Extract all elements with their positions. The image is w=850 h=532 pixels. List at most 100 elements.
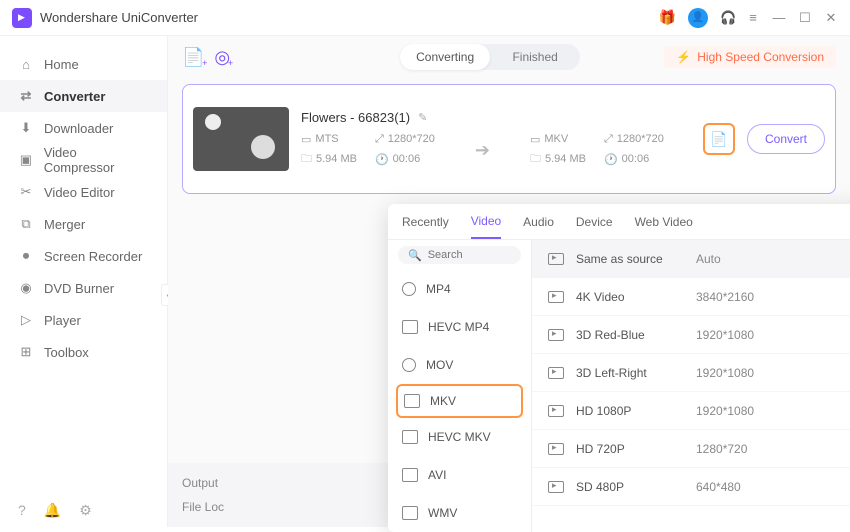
popover-tab-audio[interactable]: Audio: [523, 204, 554, 239]
resolution-value: 1920*1080: [696, 366, 850, 380]
video-icon: ▭: [301, 133, 311, 146]
segment-control: Converting Finished: [400, 44, 580, 70]
screen-recorder-icon: ⏺: [18, 248, 34, 264]
format-popover: Recently Video Audio Device Web Video 🔍 MP4 H…: [388, 204, 850, 532]
sidebar-item-video-compressor[interactable]: ▣Video Compressor: [0, 144, 167, 176]
src-resolution: ⤢1280*720: [375, 133, 435, 146]
resolution-item[interactable]: SD 480P640*480✎: [532, 468, 850, 506]
video-icon: [548, 443, 564, 455]
settings-icon[interactable]: ⚙: [79, 502, 92, 519]
close-button[interactable]: ✕: [824, 10, 838, 26]
dst-format: ▭MKV: [530, 133, 586, 146]
thumbnail[interactable]: [193, 107, 289, 171]
format-item-mp4[interactable]: MP4: [388, 270, 531, 308]
dest-specs: ▭MKV ⤢1280*720 🗀5.94 MB 🕐00:06: [530, 133, 664, 169]
search-input[interactable]: [428, 249, 508, 261]
add-dvd-button[interactable]: ◎+: [214, 47, 230, 68]
sidebar-item-label: Home: [44, 57, 79, 72]
resolution-name: 3D Left-Right: [576, 366, 696, 380]
video-icon: [548, 253, 564, 265]
help-icon[interactable]: ?: [18, 502, 26, 519]
popover-tab-video[interactable]: Video: [471, 204, 501, 239]
output-settings-button[interactable]: 📄: [703, 123, 735, 155]
format-item-hevc-mp4[interactable]: HEVC MP4: [388, 308, 531, 346]
sidebar-item-label: Player: [44, 313, 81, 328]
format-item-mkv[interactable]: MKV: [396, 384, 523, 418]
search-box[interactable]: 🔍: [398, 246, 521, 264]
high-speed-toggle[interactable]: ⚡ High Speed Conversion: [664, 46, 836, 68]
toolbox-icon: ⊞: [18, 344, 34, 360]
minimize-button[interactable]: —: [772, 10, 786, 25]
specs: ▭MTS ⤢1280*720 🗀5.94 MB 🕐00:06 ➔ ▭MKV ⤢1…: [301, 133, 691, 169]
folder-icon: 🗀: [530, 150, 541, 169]
format-label: WMV: [428, 506, 457, 520]
source-specs: ▭MTS ⤢1280*720 🗀5.94 MB 🕐00:06: [301, 133, 435, 169]
sidebar-footer: ? 🔔 ⚙: [0, 502, 92, 519]
format-item-hevc-mkv[interactable]: HEVC MKV: [388, 418, 531, 456]
sidebar-item-screen-recorder[interactable]: ⏺ Screen Recorder: [0, 240, 167, 272]
resolution-item[interactable]: 3D Red-Blue1920*1080✎: [532, 316, 850, 354]
popover-tab-web-video[interactable]: Web Video: [635, 204, 693, 239]
sidebar-item-label: Converter: [44, 89, 105, 104]
tab-converting[interactable]: Converting: [400, 44, 490, 70]
popover-left: 🔍 MP4 HEVC MP4 MOV MKV HEVC MKV AVI WMV: [388, 240, 532, 532]
dst-size: 🗀5.94 MB: [530, 150, 586, 169]
video-icon: [548, 405, 564, 417]
add-file-button[interactable]: 📄+: [182, 47, 204, 68]
sidebar-item-home[interactable]: ⌂ Home: [0, 48, 167, 80]
notification-icon[interactable]: 🔔: [44, 502, 61, 519]
maximize-button[interactable]: ☐: [798, 10, 812, 26]
popover-right: Same as sourceAuto✎4K Video3840*2160✎3D …: [532, 240, 850, 532]
resolution-item[interactable]: HD 1080P1920*1080✎: [532, 392, 850, 430]
src-format: ▭MTS: [301, 133, 357, 146]
titlebar-right: 🎁 👤 🎧 ≡ — ☐ ✕: [659, 8, 838, 28]
format-label: MKV: [430, 394, 456, 408]
clock-icon: 🕐: [375, 153, 389, 166]
sidebar-item-converter[interactable]: ⇄Converter: [0, 80, 167, 112]
sidebar-item-downloader[interactable]: ⬇Downloader: [0, 112, 167, 144]
sidebar: ⌂ Home ⇄Converter⬇Downloader▣Video Compres…: [0, 36, 168, 527]
gift-icon[interactable]: 🎁: [659, 9, 676, 26]
resolution-name: HD 1080P: [576, 404, 696, 418]
sidebar-item-player[interactable]: ▷Player: [0, 304, 167, 336]
resolution-item[interactable]: HD 720P1280*720✎: [532, 430, 850, 468]
format-item-avi[interactable]: AVI: [388, 456, 531, 494]
format-item-wmv[interactable]: WMV: [388, 494, 531, 532]
menu-icon[interactable]: ≡: [746, 10, 760, 25]
rename-icon[interactable]: ✎: [418, 111, 427, 124]
format-icon: [402, 506, 418, 520]
dst-duration: 🕐00:06: [604, 150, 664, 169]
format-label: HEVC MP4: [428, 320, 489, 334]
app-logo: [12, 8, 32, 28]
convert-button[interactable]: Convert: [747, 124, 825, 154]
tab-finished[interactable]: Finished: [490, 44, 580, 70]
format-icon: [402, 468, 418, 482]
sidebar-item-dvd-burner[interactable]: ◉DVD Burner: [0, 272, 167, 304]
resolution-name: 4K Video: [576, 290, 696, 304]
video-icon: [548, 481, 564, 493]
resolution-item[interactable]: Same as sourceAuto✎: [532, 240, 850, 278]
search-icon: 🔍: [408, 249, 422, 262]
sidebar-item-label: Video Editor: [44, 185, 115, 200]
popover-tab-recently[interactable]: Recently: [402, 204, 449, 239]
top-row: 📄+ ◎+ Converting Finished ⚡ High Speed C…: [168, 36, 850, 78]
resolution-name: 3D Red-Blue: [576, 328, 696, 342]
resolution-item[interactable]: 3D Left-Right1920*1080✎: [532, 354, 850, 392]
format-item-mov[interactable]: MOV: [388, 346, 531, 384]
avatar-icon[interactable]: 👤: [688, 8, 708, 28]
filename: Flowers - 66823(1): [301, 110, 410, 125]
sidebar-item-toolbox[interactable]: ⊞Toolbox: [0, 336, 167, 368]
sidebar-item-label: Screen Recorder: [44, 249, 142, 264]
support-icon[interactable]: 🎧: [720, 10, 734, 26]
format-label: AVI: [428, 468, 446, 482]
file-meta: Flowers - 66823(1) ✎ ▭MTS ⤢1280*720 🗀5.9…: [301, 110, 691, 169]
dvd-burner-icon: ◉: [18, 280, 34, 296]
sidebar-item-video-editor[interactable]: ✂Video Editor: [0, 176, 167, 208]
merger-icon: ⧉: [18, 216, 34, 232]
sidebar-item-merger[interactable]: ⧉Merger: [0, 208, 167, 240]
resolution-item[interactable]: 4K Video3840*2160✎: [532, 278, 850, 316]
app-title: Wondershare UniConverter: [40, 10, 198, 25]
format-icon: [402, 282, 416, 296]
home-icon: ⌂: [18, 57, 34, 72]
popover-tab-device[interactable]: Device: [576, 204, 613, 239]
